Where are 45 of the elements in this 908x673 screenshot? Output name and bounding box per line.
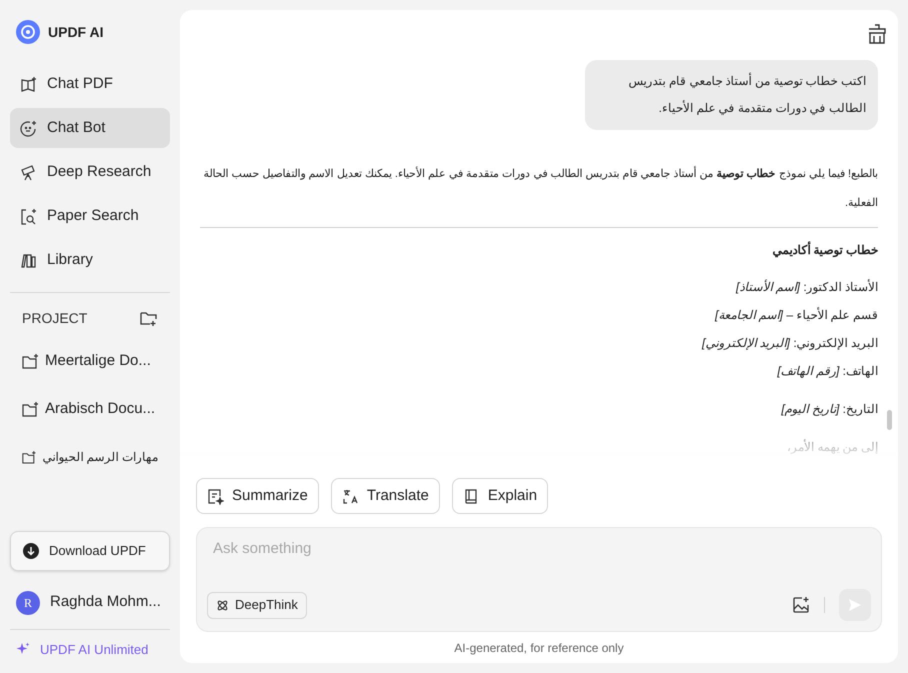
open-book-icon	[20, 76, 37, 92]
new-folder-icon[interactable]	[140, 310, 158, 326]
nav-item[interactable]: Chat PDF	[10, 64, 170, 104]
nav-item[interactable]: Chat Bot	[10, 108, 170, 148]
atom-icon	[216, 598, 229, 612]
action-button[interactable]: Explain	[452, 478, 548, 514]
deepthink-button[interactable]: DeepThink	[207, 592, 307, 618]
action-button[interactable]: Translate	[330, 478, 440, 514]
download-icon	[23, 542, 39, 558]
scrollbar-thumb[interactable]	[887, 410, 892, 430]
nav-item[interactable]: Library	[10, 240, 170, 280]
books-icon	[20, 252, 37, 268]
document-sparkle-icon	[207, 488, 224, 504]
folder-icon	[22, 450, 36, 464]
image-upload-icon[interactable]	[792, 596, 810, 614]
letter-line: البريد الإلكتروني: [البريد الإلكتروني]	[700, 335, 878, 352]
translate-icon	[342, 488, 359, 504]
nav-item[interactable]: Paper Search	[10, 196, 170, 236]
logo-icon	[16, 20, 40, 44]
document-search-icon	[20, 208, 37, 224]
message-input[interactable]: Ask something	[207, 538, 871, 560]
telescope-icon	[20, 164, 37, 180]
smiley-face-icon	[20, 120, 37, 136]
reply-text: بالطبع! فيما يلي نموذج خطاب توصية من أستاذ جامعي قام بتدريس الطالب في دورات متقدمة في علم الأحياء. يمكنك تعديل الاسم والتفاصيل حسب الحالة الفعلية.	[202, 165, 878, 211]
user-avatar[interactable]: R	[16, 590, 40, 614]
letter-line: التاريخ: [تاريخ اليوم]	[780, 401, 878, 418]
user-name[interactable]: Raghda Mohm...	[50, 591, 161, 614]
clear-chat-icon[interactable]	[868, 24, 886, 44]
folder-icon	[22, 354, 39, 368]
project-item[interactable]: Arabisch Docu...	[10, 385, 170, 433]
letter-heading: خطاب توصية أكاديمي	[771, 240, 878, 260]
plan-link[interactable]: UPDF AI Unlimited	[40, 640, 148, 659]
project-item[interactable]: Meertalige Do...	[10, 337, 170, 385]
letter-line: قسم علم الأحياء – [اسم الجامعة]	[714, 306, 878, 324]
folder-icon	[22, 402, 39, 416]
action-button[interactable]: Summarize	[196, 478, 319, 514]
letter-line: الأستاذ الدكتور: [اسم الأستاذ]	[734, 278, 878, 296]
section-title: PROJECT	[22, 308, 88, 328]
app-name: UPDF AI	[48, 22, 104, 42]
nav-item[interactable]: Deep Research	[10, 152, 170, 192]
disclaimer-text: AI-generated, for reference only	[453, 640, 625, 657]
download-button[interactable]: Download UPDF	[10, 530, 170, 570]
letter-line: الهاتف: [رقم الهاتف]	[776, 363, 878, 380]
user-message: اكتب خطاب توصية من أستاذ جامعي قام بتدريس الطالب في دورات متقدمة في علم الأحياء.	[585, 60, 878, 130]
project-item[interactable]: مهارات الرسم الحيواني	[10, 433, 170, 481]
